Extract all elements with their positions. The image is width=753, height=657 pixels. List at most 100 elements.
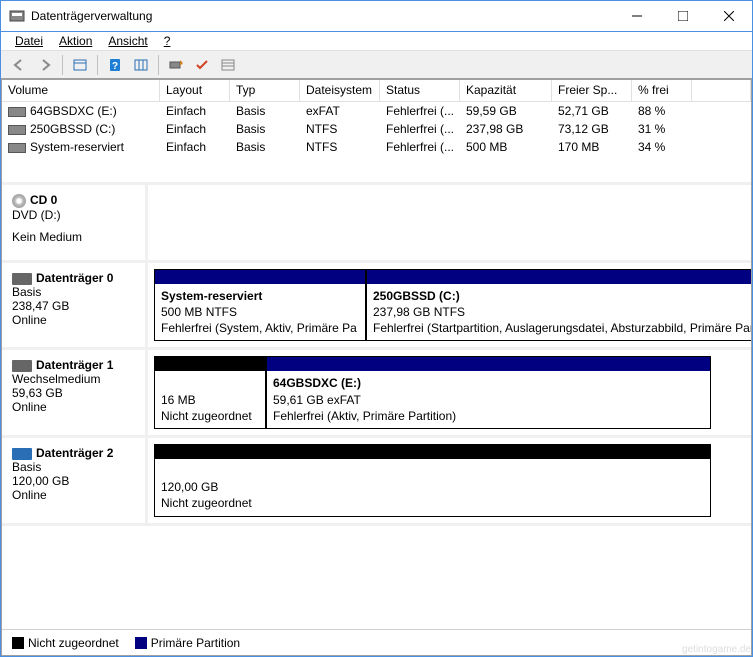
partition-size: 59,61 GB exFAT (273, 393, 361, 407)
disk-size: 120,00 GB (12, 474, 135, 488)
col-spacer[interactable] (692, 80, 751, 101)
disk-size: 59,63 GB (12, 386, 135, 400)
svg-text:?: ? (112, 61, 118, 72)
partition-status: Fehlerfrei (System, Aktiv, Primäre Pa (161, 321, 357, 335)
col-status[interactable]: Status (380, 80, 460, 101)
disk-size: 238,47 GB (12, 299, 135, 313)
partition-status: Nicht zugeordnet (161, 496, 252, 510)
partition-c-drive[interactable]: 250GBSSD (C:) 237,98 GB NTFS Fehlerfrei (S… (366, 269, 751, 342)
volume-name: 64GBSDXC (E:) (30, 104, 117, 118)
list-button[interactable] (216, 54, 240, 76)
grid-button[interactable] (129, 54, 153, 76)
view-button[interactable] (68, 54, 92, 76)
disk-type: DVD (D:) (12, 208, 135, 222)
disk-layout: 16 MB Nicht zugeordnet 64GBSDXC (E:)59,61… (148, 350, 751, 435)
disk-info[interactable]: CD 0 DVD (D:) Kein Medium (2, 185, 148, 260)
partition-size: 16 MB (161, 393, 196, 407)
disk-type: Basis (12, 460, 135, 474)
legend: Nicht zugeordnet Primäre Partition (2, 629, 751, 655)
col-percent[interactable]: % frei (632, 80, 692, 101)
disk-status: Online (12, 400, 135, 414)
disk-row-cd0: CD 0 DVD (D:) Kein Medium (2, 185, 751, 263)
partition-title: 250GBSSD (C:) (373, 289, 460, 303)
legend-swatch-primary (135, 637, 147, 649)
partition-unallocated[interactable]: 120,00 GB Nicht zugeordnet (154, 444, 711, 517)
maximize-button[interactable] (660, 1, 706, 31)
toolbar-separator (62, 55, 63, 75)
disk-icon (12, 360, 32, 372)
disk-info[interactable]: Datenträger 0 Basis 238,47 GB Online (2, 263, 148, 348)
col-type[interactable]: Typ (230, 80, 300, 101)
col-volume[interactable]: Volume (2, 80, 160, 101)
partition-e-drive[interactable]: 64GBSDXC (E:)59,61 GB exFATFehlerfrei (A… (266, 356, 711, 429)
menu-action[interactable]: Aktion (53, 32, 98, 50)
disk-icon (12, 448, 32, 460)
disk-name: Datenträger 0 (36, 271, 113, 285)
check-button[interactable] (190, 54, 214, 76)
disk-status: Online (12, 488, 135, 502)
disk-name: Datenträger 1 (36, 358, 113, 372)
partition-header (155, 270, 365, 284)
volume-list-body: 64GBSDXC (E:)EinfachBasisexFATFehlerfrei… (2, 102, 751, 182)
volume-name: 250GBSSD (C:) (30, 122, 115, 136)
legend-swatch-unallocated (12, 637, 24, 649)
partition-size: 500 MB NTFS (161, 305, 237, 319)
disk-status: Kein Medium (12, 230, 135, 244)
volume-icon (8, 107, 26, 117)
window-title: Datenträgerverwaltung (31, 9, 614, 23)
volume-name: System-reserviert (30, 140, 124, 154)
disk-name: CD 0 (30, 193, 57, 207)
partition-system-reserved[interactable]: System-reserviert 500 MB NTFS Fehlerfrei (… (154, 269, 366, 342)
volume-icon (8, 125, 26, 135)
disk-type: Wechselmedium (12, 372, 135, 386)
menubar: Datei Aktion Ansicht ? (1, 31, 752, 51)
partition-header (267, 357, 710, 371)
help-icon[interactable]: ? (103, 54, 127, 76)
disk-layout: 120,00 GB Nicht zugeordnet (148, 438, 751, 523)
forward-button[interactable] (33, 54, 57, 76)
partition-title: System-reserviert (161, 289, 262, 303)
legend-label: Nicht zugeordnet (28, 636, 119, 650)
disk-row-d0: Datenträger 0 Basis 238,47 GB Online Sys… (2, 263, 751, 351)
legend-label: Primäre Partition (151, 636, 240, 650)
volume-row[interactable]: System-reserviertEinfachBasisNTFSFehlerf… (2, 138, 751, 156)
volume-row[interactable]: 250GBSSD (C:)EinfachBasisNTFSFehlerfrei … (2, 120, 751, 138)
menu-file[interactable]: Datei (9, 32, 49, 50)
col-layout[interactable]: Layout (160, 80, 230, 101)
disk-row-d1: Datenträger 1 Wechselmedium 59,63 GB Onl… (2, 350, 751, 438)
partition-header (155, 357, 265, 371)
content-area: Volume Layout Typ Dateisystem Status Kap… (1, 79, 752, 656)
disk-icon (12, 273, 32, 285)
disk-row-d2: Datenträger 2 Basis 120,00 GB Online 120… (2, 438, 751, 526)
col-filesystem[interactable]: Dateisystem (300, 80, 380, 101)
partition-header (367, 270, 751, 284)
titlebar: Datenträgerverwaltung (1, 1, 752, 31)
cd-icon (12, 194, 26, 208)
disk-info[interactable]: Datenträger 1 Wechselmedium 59,63 GB Onl… (2, 350, 148, 435)
back-button[interactable] (7, 54, 31, 76)
menu-view[interactable]: Ansicht (102, 32, 153, 50)
close-button[interactable] (706, 1, 752, 31)
partition-size: 120,00 GB (161, 480, 218, 494)
disk-layout: System-reserviert 500 MB NTFS Fehlerfrei (… (148, 263, 751, 348)
partition-status: Fehlerfrei (Startpartition, Auslagerungs… (373, 321, 751, 335)
disk-type: Basis (12, 285, 135, 299)
col-free[interactable]: Freier Sp... (552, 80, 632, 101)
disk-status: Online (12, 313, 135, 327)
partition-unallocated[interactable]: 16 MB Nicht zugeordnet (154, 356, 266, 429)
partition-header (155, 445, 710, 459)
toolbar-separator (158, 55, 159, 75)
minimize-button[interactable] (614, 1, 660, 31)
refresh-button[interactable] (164, 54, 188, 76)
volume-list-header: Volume Layout Typ Dateisystem Status Kap… (2, 80, 751, 102)
disk-layout (148, 185, 751, 260)
disk-name: Datenträger 2 (36, 446, 113, 460)
menu-help[interactable]: ? (158, 32, 177, 50)
toolbar: ? (1, 51, 752, 79)
volume-icon (8, 143, 26, 153)
disk-info[interactable]: Datenträger 2 Basis 120,00 GB Online (2, 438, 148, 523)
col-capacity[interactable]: Kapazität (460, 80, 552, 101)
volume-row[interactable]: 64GBSDXC (E:)EinfachBasisexFATFehlerfrei… (2, 102, 751, 120)
partition-size: 237,98 GB NTFS (373, 305, 465, 319)
partition-status: Nicht zugeordnet (161, 409, 252, 423)
